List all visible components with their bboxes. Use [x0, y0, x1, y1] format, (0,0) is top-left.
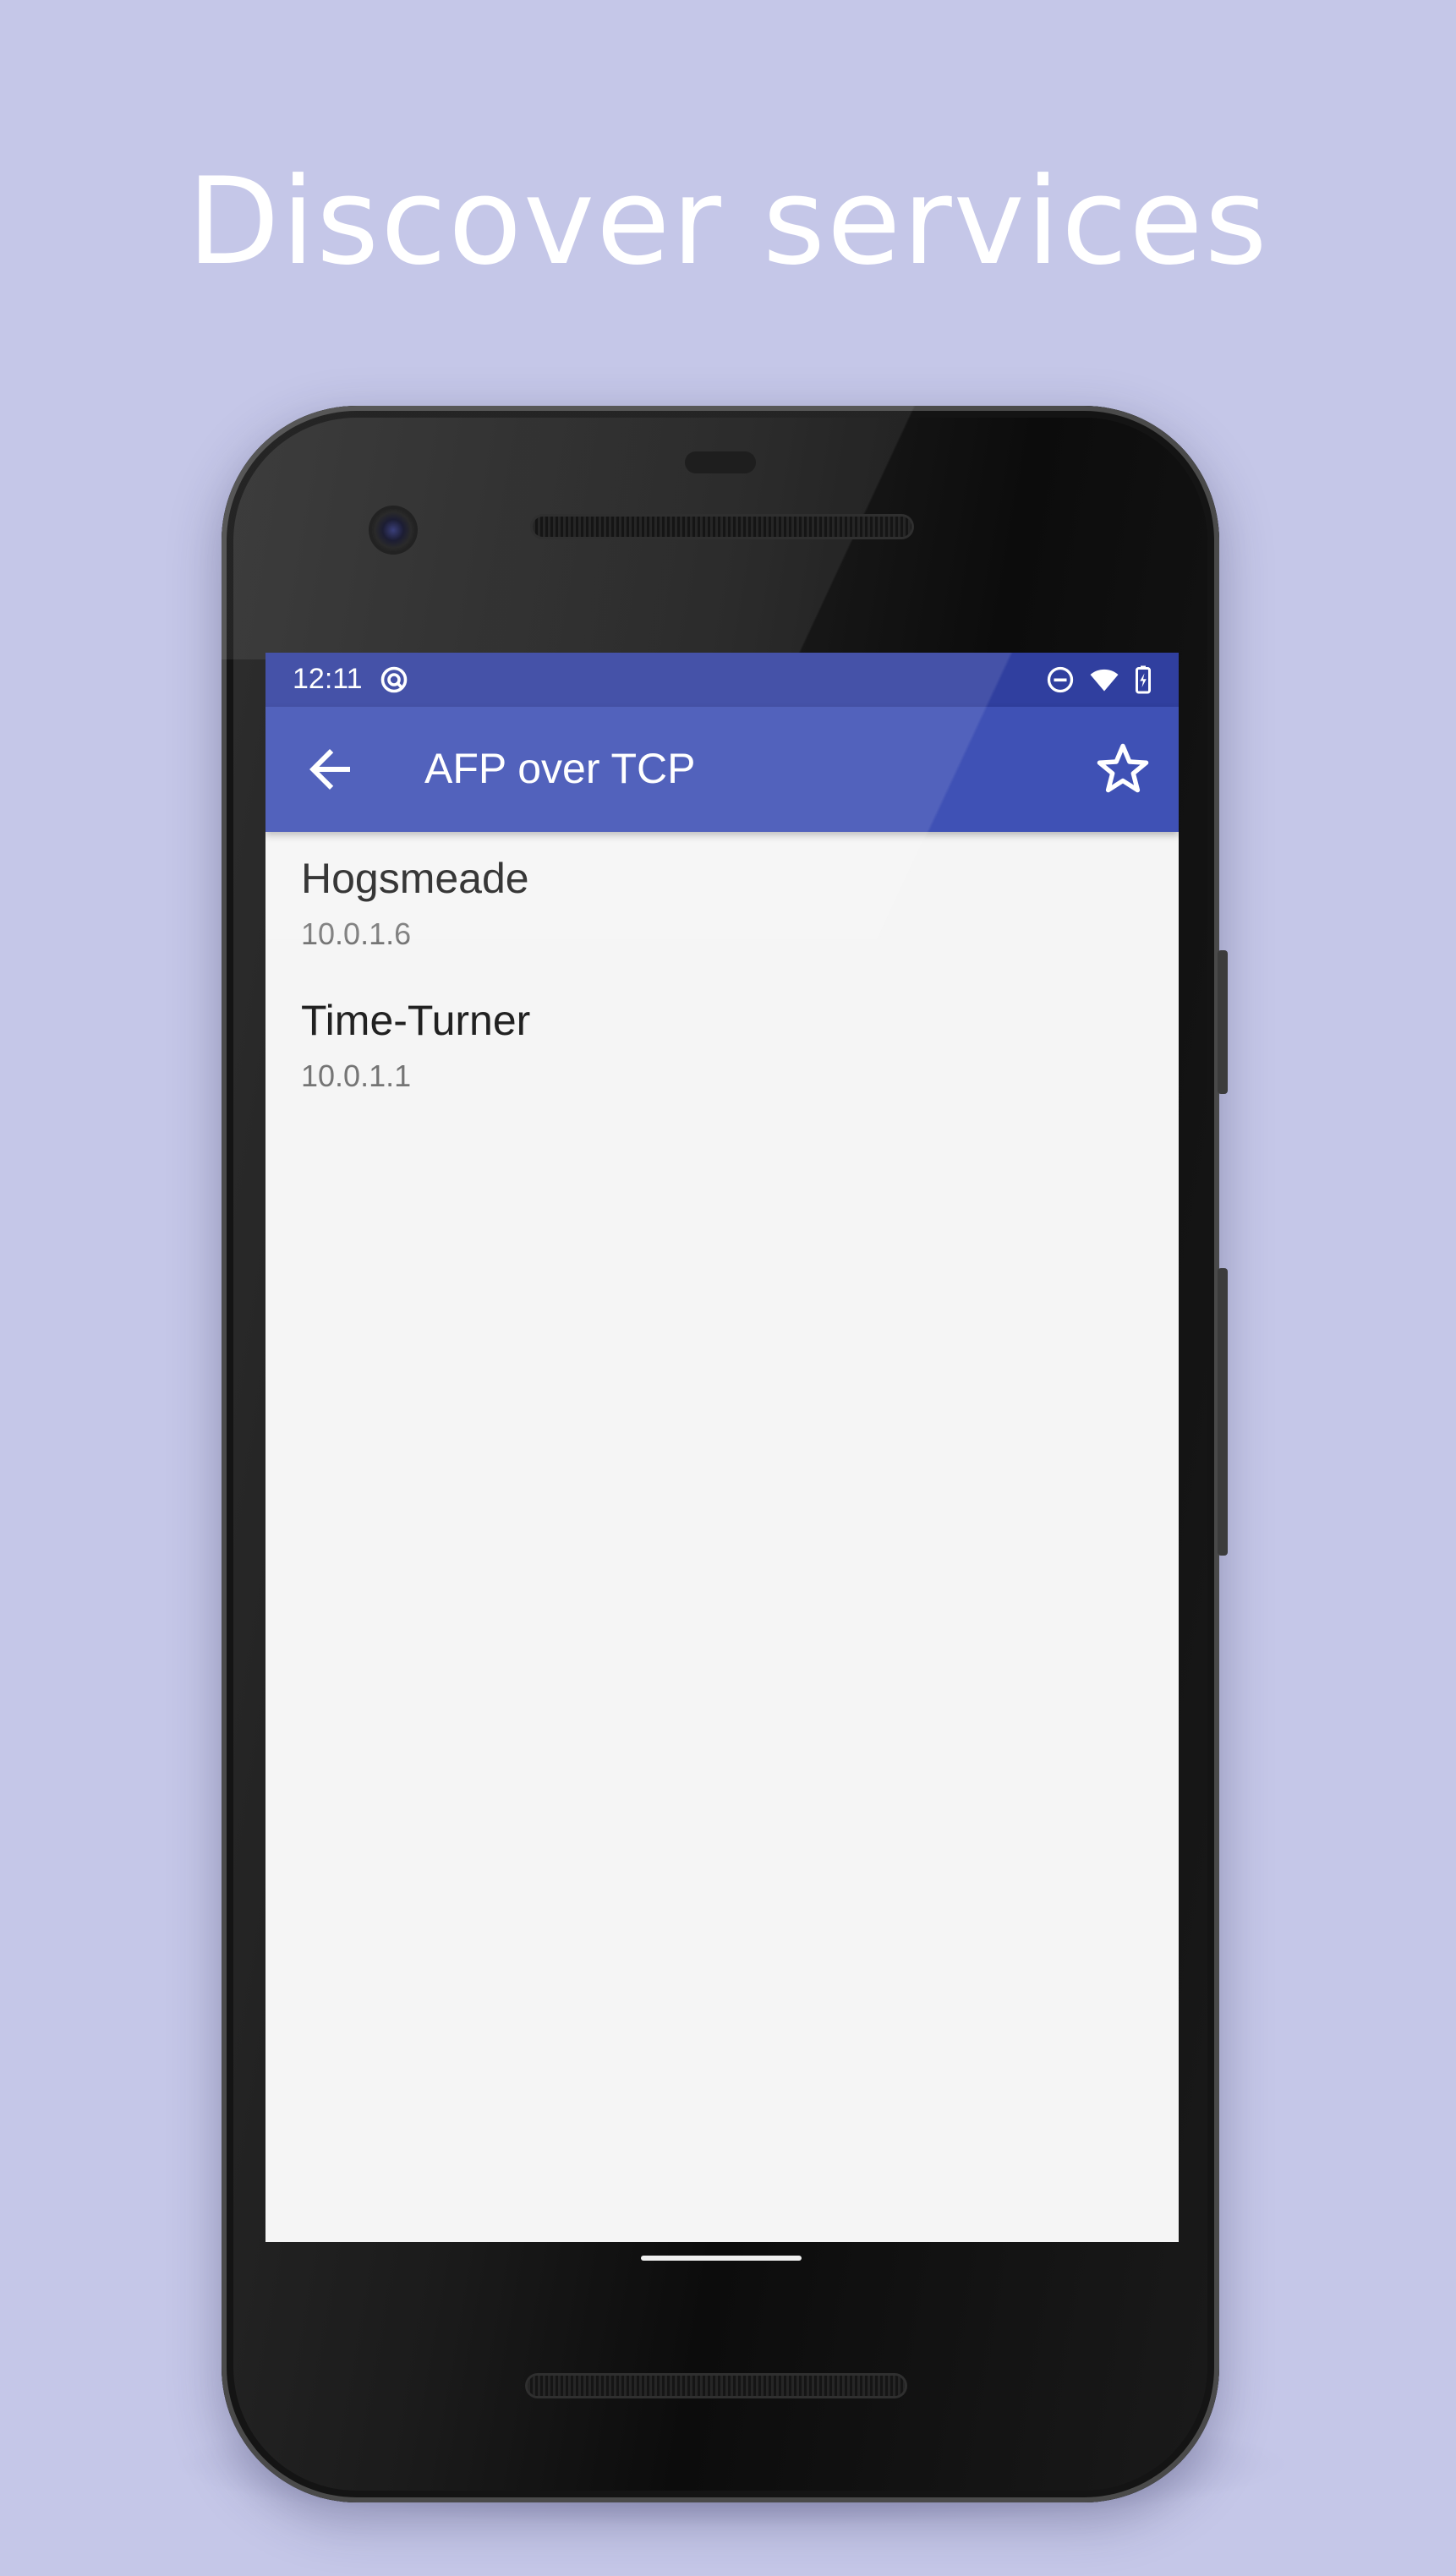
service-list: Hogsmeade 10.0.1.6 Time-Turner 10.0.1.1 [265, 832, 1179, 2242]
page-headline: Discover services [187, 152, 1269, 292]
volume-button [1218, 1268, 1228, 1556]
battery-charging-icon [1136, 665, 1151, 694]
list-item[interactable]: Time-Turner 10.0.1.1 [265, 974, 1179, 1116]
sync-icon [380, 666, 408, 693]
app-bar-title: AFP over TCP [424, 745, 696, 792]
front-camera-icon [372, 509, 414, 551]
service-name: Hogsmeade [301, 855, 529, 902]
service-address: 10.0.1.1 [301, 1058, 412, 1093]
proximity-sensor [685, 451, 756, 473]
star-outline-icon[interactable] [1092, 739, 1153, 800]
service-address: 10.0.1.6 [301, 916, 412, 951]
wifi-icon [1090, 669, 1119, 692]
phone-screen: 12:11 AFP over TCP Hogsmeade 10.0.1.6 Ti… [265, 653, 1179, 2242]
home-indicator[interactable] [641, 2256, 802, 2261]
power-button [1218, 950, 1228, 1094]
status-time: 12:11 [293, 663, 363, 695]
app-bar: AFP over TCP [265, 707, 1179, 832]
list-item[interactable]: Hogsmeade 10.0.1.6 [265, 832, 1179, 974]
arrow-back-icon[interactable] [299, 739, 360, 800]
service-name: Time-Turner [301, 997, 531, 1044]
status-bar: 12:11 [265, 653, 1179, 707]
bottom-speaker [528, 2376, 905, 2396]
top-speaker [533, 517, 911, 537]
do-not-disturb-icon [1047, 666, 1074, 693]
